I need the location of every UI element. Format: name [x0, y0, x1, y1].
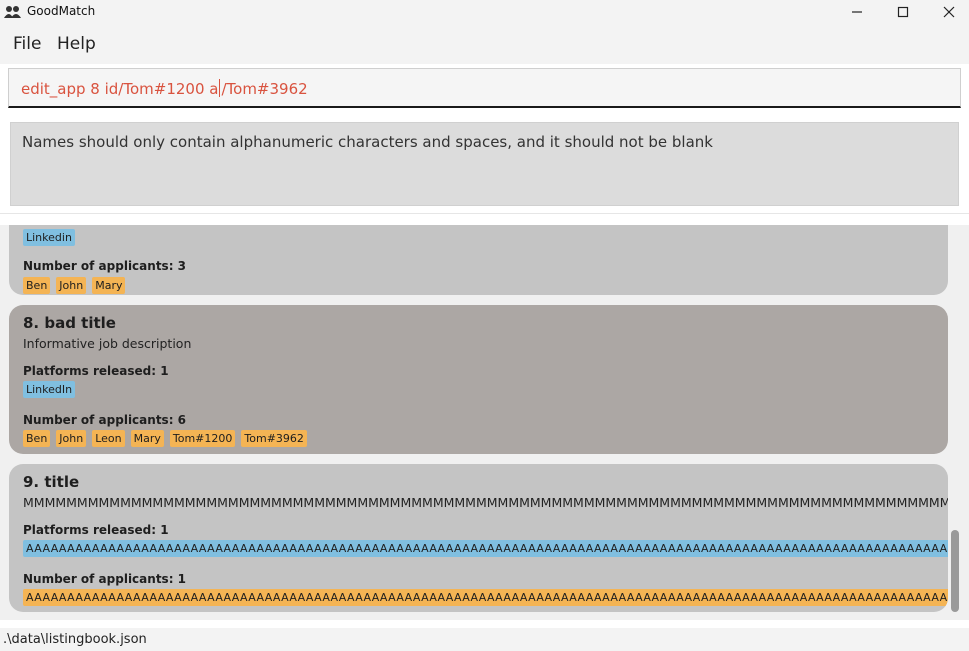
- applicants-label: Number of applicants: 6: [23, 413, 187, 427]
- applicant-tags: Ben John Leon Mary Tom#1200 Tom#3962: [23, 430, 307, 447]
- applicant-tag: AAAAAAAAAAAAAAAAAAAAAAAAAAAAAAAAAAAAAAAA…: [23, 589, 948, 606]
- applicant-tag: John: [56, 430, 87, 447]
- platforms-label: Platforms released: 1: [23, 523, 169, 537]
- listing-card[interactable]: Linkedin Number of applicants: 3 Ben Joh…: [9, 225, 948, 295]
- command-input[interactable]: edit_app 8 id/Tom#1200 a/Tom#3962: [8, 68, 961, 108]
- platform-tags: AAAAAAAAAAAAAAAAAAAAAAAAAAAAAAAAAAAAAAAA…: [23, 540, 948, 557]
- command-text-before-caret: edit_app 8 id/Tom#1200 a: [21, 80, 219, 98]
- applicant-tag: Ben: [23, 277, 51, 294]
- people-icon: [4, 4, 22, 18]
- scrollbar-thumb[interactable]: [951, 530, 959, 612]
- applicant-tag: Leon: [92, 430, 125, 447]
- platform-tag: LinkedIn: [23, 381, 76, 398]
- platform-tags: Linkedin: [23, 229, 75, 246]
- title-bar: GoodMatch: [0, 0, 969, 24]
- listing-description: MMMMMMMMMMMMMMMMMMMMMMMMMMMMMMMMMMMMMMMM…: [23, 495, 948, 510]
- maximize-icon: [897, 3, 909, 22]
- applicant-tag: Mary: [92, 277, 126, 294]
- command-text: edit_app 8 id/Tom#1200 a/Tom#3962: [21, 79, 308, 98]
- applicants-label: Number of applicants: 3: [23, 259, 187, 273]
- listing-title: 8. bad title: [23, 314, 116, 332]
- listing-card-selected[interactable]: 8. bad title Informative job description…: [9, 305, 948, 454]
- listing-list[interactable]: Linkedin Number of applicants: 3 Ben Joh…: [0, 225, 969, 620]
- applicant-tag: Tom#3962: [241, 430, 307, 447]
- platform-tags: LinkedIn: [23, 381, 76, 398]
- platform-tag: Linkedin: [23, 229, 75, 246]
- command-text-after-caret: /Tom#3962: [221, 80, 308, 98]
- window-title: GoodMatch: [27, 4, 96, 18]
- platform-tag: AAAAAAAAAAAAAAAAAAAAAAAAAAAAAAAAAAAAAAAA…: [23, 540, 948, 557]
- close-button[interactable]: [926, 0, 969, 24]
- status-bar: .\data\listingbook.json: [0, 628, 969, 651]
- listing-title: 9. title: [23, 473, 80, 491]
- data-file-path: .\data\listingbook.json: [3, 632, 147, 647]
- menu-bar: File Help: [0, 24, 969, 64]
- applicants-label: Number of applicants: 1: [23, 572, 187, 586]
- result-message: Names should only contain alphanumeric c…: [22, 133, 713, 151]
- applicant-tag: Ben: [23, 430, 51, 447]
- divider: [0, 213, 969, 214]
- applicant-tags: AAAAAAAAAAAAAAAAAAAAAAAAAAAAAAAAAAAAAAAA…: [23, 589, 948, 606]
- applicant-tags: Ben John Mary: [23, 277, 126, 294]
- minimize-icon: [851, 3, 863, 22]
- menu-help[interactable]: Help: [57, 34, 96, 54]
- applicant-tag: Mary: [130, 430, 164, 447]
- close-icon: [943, 3, 955, 22]
- menu-file[interactable]: File: [13, 34, 41, 54]
- applicant-tag: Tom#1200: [169, 430, 236, 447]
- listing-card[interactable]: 9. title MMMMMMMMMMMMMMMMMMMMMMMMMMMMMMM…: [9, 464, 948, 612]
- listing-description: Informative job description: [23, 336, 192, 351]
- minimize-button[interactable]: [834, 0, 880, 24]
- result-display[interactable]: Names should only contain alphanumeric c…: [10, 122, 959, 206]
- platforms-label: Platforms released: 1: [23, 364, 169, 378]
- applicant-tag: John: [56, 277, 87, 294]
- maximize-button[interactable]: [880, 0, 926, 24]
